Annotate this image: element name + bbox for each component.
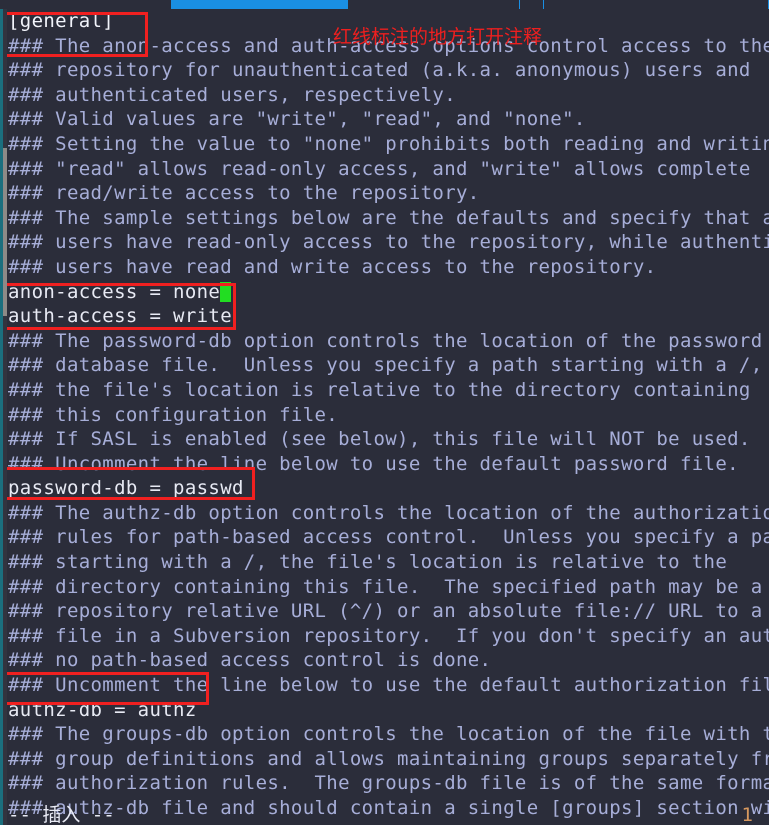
editor-line[interactable]: ### Uncomment the line below to use the … <box>8 673 769 698</box>
editor-line[interactable]: auth-access = write <box>8 304 769 329</box>
tab-item-1[interactable] <box>0 0 172 9</box>
editor-line[interactable]: ### starting with a /, the file's locati… <box>8 550 769 575</box>
tab-bar[interactable] <box>0 0 769 9</box>
line-text: anon-access = none <box>8 280 221 303</box>
editor-line[interactable]: password-db = passwd <box>8 476 769 501</box>
editor-line[interactable]: ### The password-db option controls the … <box>8 329 769 354</box>
text-cursor <box>220 281 232 302</box>
scrollbar-track[interactable] <box>3 9 7 825</box>
editor-line[interactable]: ### authenticated users, respectively. <box>8 83 769 108</box>
vim-mode-indicator: -- 插入 -- <box>8 804 115 825</box>
tab-item-5[interactable] <box>544 0 769 9</box>
terminal-left-border <box>0 9 3 825</box>
editor-line[interactable]: ### rules for path-based access control.… <box>8 525 769 550</box>
editor-line[interactable]: ### the file's location is relative to t… <box>8 378 769 403</box>
editor-line[interactable]: ### Setting the value to "none" prohibit… <box>8 132 769 157</box>
editor-line[interactable]: ### no path-based access control is done… <box>8 648 769 673</box>
editor-line[interactable]: ### Valid values are "write", "read", an… <box>8 107 769 132</box>
editor-line[interactable]: ### If SASL is enabled (see below), this… <box>8 427 769 452</box>
editor-line[interactable]: ### read/write access to the repository. <box>8 181 769 206</box>
editor-text-area[interactable]: [general] ### The anon-access and auth-ac… <box>8 9 769 825</box>
editor-line[interactable]: ### repository for unauthenticated (a.k.… <box>8 58 769 83</box>
editor-line[interactable]: ### users have read-only access to the r… <box>8 230 769 255</box>
editor-line[interactable]: ### repository relative URL (^/) or an a… <box>8 599 769 624</box>
editor-line[interactable]: ### The groups-db option controls the lo… <box>8 722 769 747</box>
editor-line[interactable]: ### database file. Unless you specify a … <box>8 353 769 378</box>
editor-line[interactable]: ### this configuration file. <box>8 403 769 428</box>
editor-line[interactable]: ### authorization rules. The groups-db f… <box>8 771 769 796</box>
editor-line[interactable]: ### file in a Subversion repository. If … <box>8 624 769 649</box>
editor-line[interactable]: authz-db = authz <box>8 698 769 723</box>
editor-line[interactable]: ### The authz-db option controls the loc… <box>8 501 769 526</box>
editor-line[interactable]: ### directory containing this file. The … <box>8 575 769 600</box>
tab-item-2-active[interactable] <box>172 0 348 9</box>
vim-status-line: -- 插入 -- 1 <box>8 805 769 825</box>
vim-cursor-position: 1 <box>741 804 753 825</box>
editor-line[interactable]: ### The sample settings below are the de… <box>8 206 769 231</box>
editor-line[interactable]: ### "read" allows read-only access, and … <box>8 157 769 182</box>
tab-item-3[interactable] <box>348 0 520 9</box>
editor-line[interactable]: ### Uncomment the line below to use the … <box>8 452 769 477</box>
editor-line[interactable]: anon-access = none <box>8 280 769 305</box>
annotation-note-text: 红线标注的地方打开注释 <box>333 26 543 48</box>
editor-line[interactable]: ### users have read and write access to … <box>8 255 769 280</box>
scrollbar-thumb[interactable] <box>3 148 7 316</box>
terminal-window: [general] ### The anon-access and auth-ac… <box>0 0 769 825</box>
tab-item-4[interactable] <box>520 0 544 9</box>
editor-line[interactable]: ### group definitions and allows maintai… <box>8 747 769 772</box>
